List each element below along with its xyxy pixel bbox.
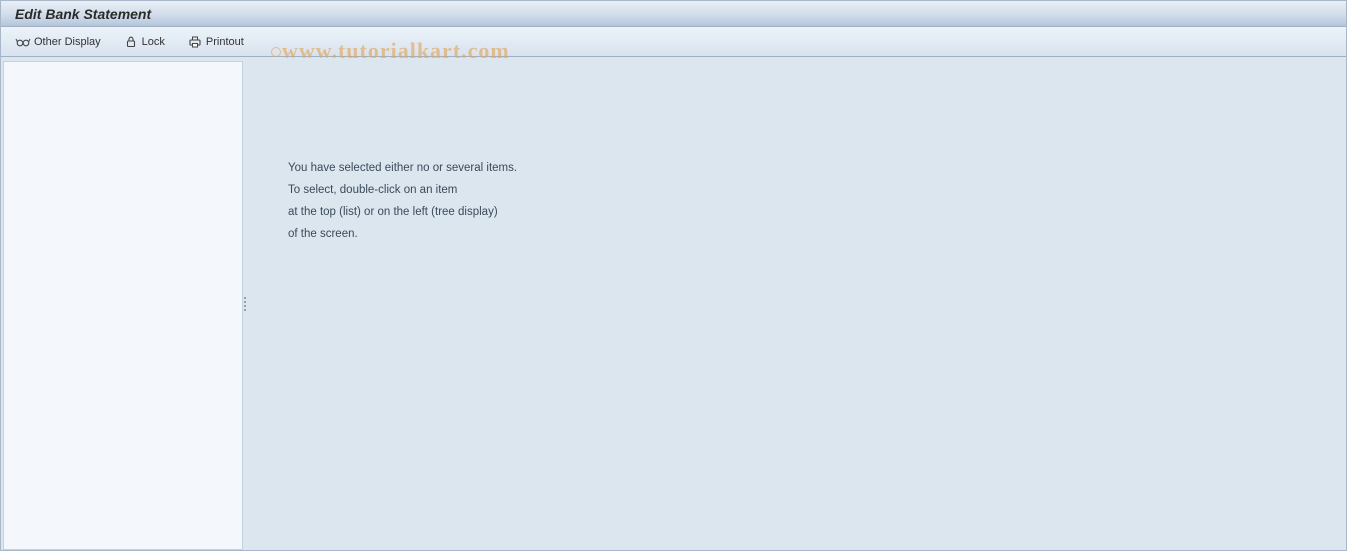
lock-button[interactable]: Lock xyxy=(119,32,169,52)
message-line: To select, double-click on an item xyxy=(288,179,1346,201)
printout-button[interactable]: Printout xyxy=(183,32,248,52)
glasses-icon xyxy=(15,34,31,50)
content-area: You have selected either no or several i… xyxy=(1,57,1346,550)
tree-panel[interactable] xyxy=(3,61,243,550)
print-icon xyxy=(187,34,203,50)
printout-label: Printout xyxy=(206,36,244,48)
right-edge xyxy=(1347,0,1355,551)
page-title: Edit Bank Statement xyxy=(15,6,151,22)
message-line: at the top (list) or on the left (tree d… xyxy=(288,201,1346,223)
lock-icon xyxy=(123,34,139,50)
message-line: of the screen. xyxy=(288,223,1346,245)
other-display-button[interactable]: Other Display xyxy=(11,32,105,52)
lock-label: Lock xyxy=(142,36,165,48)
toolbar: Other Display Lock Printout xyxy=(1,27,1346,57)
splitter-grip-icon xyxy=(244,297,247,311)
info-message: You have selected either no or several i… xyxy=(288,157,1346,245)
app-window: Edit Bank Statement Other Display xyxy=(0,0,1347,551)
title-bar: Edit Bank Statement xyxy=(1,1,1346,27)
main-panel: You have selected either no or several i… xyxy=(248,57,1346,550)
message-line: You have selected either no or several i… xyxy=(288,157,1346,179)
other-display-label: Other Display xyxy=(34,36,101,48)
